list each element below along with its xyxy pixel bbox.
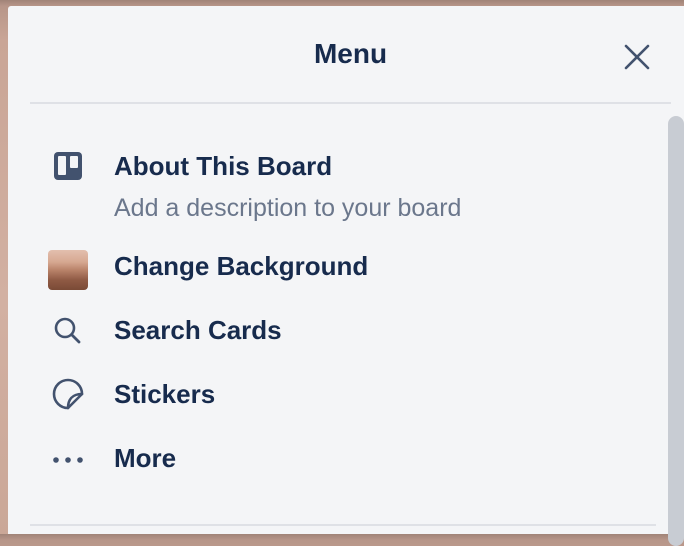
background-thumbnail xyxy=(48,250,88,290)
board-icon xyxy=(48,146,88,186)
menu-item-about-board[interactable]: About This Board Add a description to yo… xyxy=(48,146,628,236)
menu-item-description: Add a description to your board xyxy=(114,194,462,222)
close-icon xyxy=(624,44,650,70)
close-button[interactable] xyxy=(620,40,654,74)
menu-title: Menu xyxy=(313,38,388,69)
menu-item-label: More xyxy=(114,443,177,473)
menu-item-label: Change Background xyxy=(114,251,369,281)
sticker-icon xyxy=(48,374,88,414)
menu-item-search-cards[interactable]: Search Cards xyxy=(48,310,628,360)
menu-item-label: About This Board xyxy=(114,151,333,181)
menu-item-label: Stickers xyxy=(114,379,216,409)
scrollbar[interactable] xyxy=(668,116,684,546)
menu-item-change-background[interactable]: Change Background xyxy=(48,246,628,296)
board-menu-panel: Menu About This Board Add a description … xyxy=(8,6,684,546)
more-icon xyxy=(48,438,88,478)
menu-item-label: Search Cards xyxy=(114,315,282,345)
menu-item-stickers[interactable]: Stickers xyxy=(48,374,628,424)
menu-item-more[interactable]: More xyxy=(48,438,628,488)
menu-header: Menu xyxy=(30,6,671,104)
divider xyxy=(30,524,656,526)
search-icon xyxy=(48,310,88,350)
